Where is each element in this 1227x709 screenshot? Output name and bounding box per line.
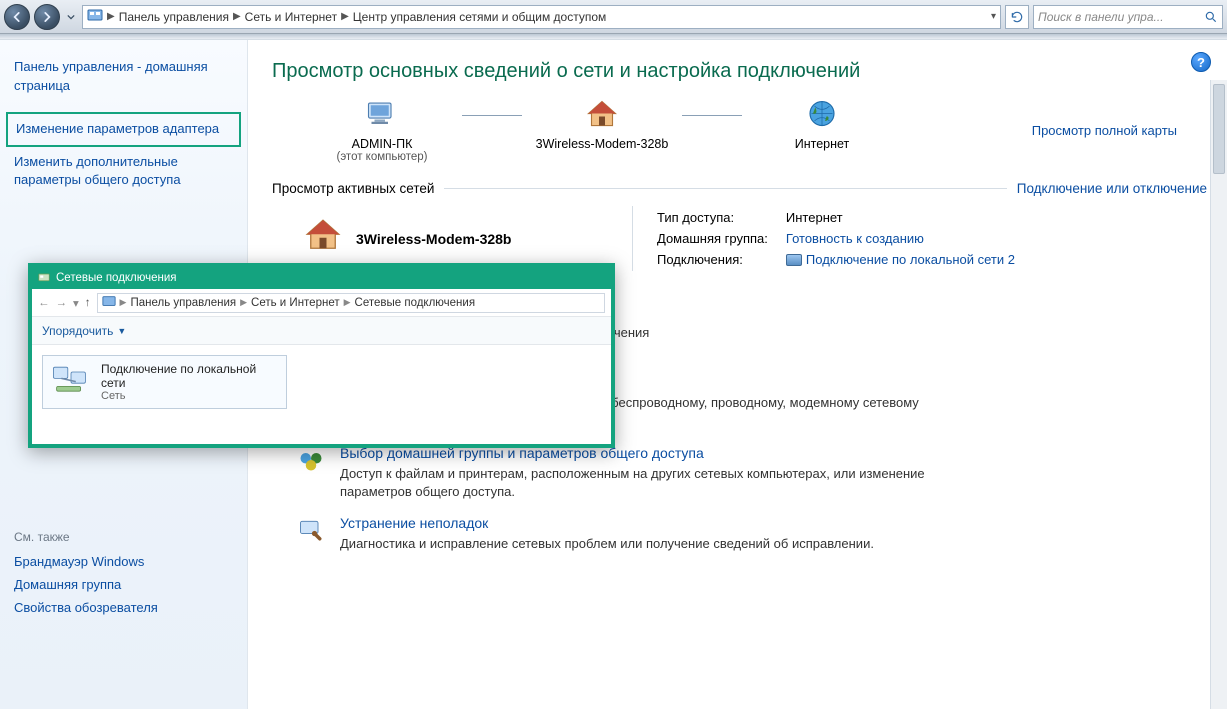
help-button[interactable]: ? bbox=[1191, 52, 1211, 72]
sidebar-advanced-sharing-link[interactable]: Изменить дополнительные параметры общего… bbox=[14, 153, 233, 191]
chevron-right-icon: ▶ bbox=[341, 11, 349, 22]
map-connector bbox=[682, 115, 742, 116]
map-node-router[interactable]: 3Wireless-Modem-328b bbox=[522, 97, 682, 163]
organize-menu-button[interactable]: Упорядочить ▼ bbox=[42, 324, 126, 338]
connection-item-sub: Сеть bbox=[101, 390, 278, 402]
popup-titlebar[interactable]: Сетевые подключения bbox=[32, 267, 611, 289]
task-homegroup-sharing-desc: Доступ к файлам и принтерам, расположенн… bbox=[340, 465, 980, 501]
sidebar-firewall-link[interactable]: Брандмауэр Windows bbox=[14, 554, 233, 569]
popup-breadcrumb[interactable]: ▶ Панель управления ▶ Сеть и Интернет ▶ … bbox=[97, 293, 605, 313]
map-node-router-label: 3Wireless-Modem-328b bbox=[536, 137, 669, 151]
access-type-label: Тип доступа: bbox=[657, 208, 784, 227]
control-panel-glyph-icon bbox=[87, 7, 103, 26]
sidebar-homegroup-link[interactable]: Домашняя группа bbox=[14, 577, 233, 592]
search-input[interactable]: Поиск в панели упра... bbox=[1033, 5, 1223, 29]
popup-title-text: Сетевые подключения bbox=[56, 272, 177, 284]
active-network-block: 3Wireless-Modem-328b Тип доступа: Интерн… bbox=[272, 206, 1207, 271]
sidebar-see-also-label: См. также bbox=[14, 530, 233, 544]
map-node-internet[interactable]: Интернет bbox=[742, 97, 902, 163]
active-networks-label: Просмотр активных сетей bbox=[272, 181, 434, 196]
house-icon bbox=[582, 97, 622, 133]
chevron-right-icon: ▶ bbox=[233, 11, 241, 22]
map-node-pc-sub: (этот компьютер) bbox=[336, 151, 427, 163]
task-troubleshoot-link[interactable]: Устранение неполадок bbox=[340, 515, 874, 531]
search-icon bbox=[1204, 10, 1218, 24]
network-connections-window: Сетевые подключения ← → ▾ ↑ ▶ Панель упр… bbox=[28, 263, 615, 448]
full-map-link[interactable]: Просмотр полной карты bbox=[1032, 123, 1177, 138]
popup-forward-button[interactable]: → bbox=[56, 297, 68, 309]
nav-back-button[interactable] bbox=[4, 4, 30, 30]
popup-up-button[interactable]: ↑ bbox=[85, 297, 91, 309]
nav-forward-button[interactable] bbox=[34, 4, 60, 30]
active-networks-header: Просмотр активных сетей Подключение или … bbox=[272, 181, 1207, 196]
vertical-scrollbar[interactable] bbox=[1210, 80, 1227, 709]
page-title: Просмотр основных сведений о сети и наст… bbox=[272, 60, 1207, 83]
popup-body: Подключение по локальной сети Сеть bbox=[32, 345, 611, 444]
map-node-pc-label: ADMIN-ПК bbox=[352, 137, 413, 151]
homegroup-link[interactable]: Готовность к созданию bbox=[786, 231, 924, 246]
breadcrumb-path[interactable]: ▶ Панель управления ▶ Сеть и Интернет ▶ … bbox=[82, 5, 1001, 29]
network-folder-icon bbox=[38, 271, 50, 286]
popup-toolbar: Упорядочить ▼ bbox=[32, 317, 611, 345]
sidebar-adapter-settings-link[interactable]: Изменение параметров адаптера bbox=[6, 112, 241, 147]
breadcrumb-network-center[interactable]: Центр управления сетями и общим доступом bbox=[353, 10, 607, 24]
address-bar: ▶ Панель управления ▶ Сеть и Интернет ▶ … bbox=[0, 0, 1227, 34]
popup-crumb-net[interactable]: Сеть и Интернет bbox=[251, 297, 340, 309]
task-troubleshoot-desc: Диагностика и исправление сетевых пробле… bbox=[340, 535, 874, 553]
troubleshoot-icon bbox=[296, 515, 326, 545]
network-name: 3Wireless-Modem-328b bbox=[356, 231, 511, 247]
connections-label: Подключения: bbox=[657, 250, 784, 269]
map-connector bbox=[462, 115, 522, 116]
map-node-internet-label: Интернет bbox=[795, 137, 850, 151]
nic-icon bbox=[786, 254, 802, 266]
popup-crumb-cp[interactable]: Панель управления bbox=[130, 297, 236, 309]
connection-item-lan[interactable]: Подключение по локальной сети Сеть bbox=[42, 355, 287, 409]
nav-history-dropdown[interactable] bbox=[64, 4, 78, 30]
sidebar-home-link[interactable]: Панель управления - домашняя страница bbox=[14, 58, 233, 96]
map-node-this-pc[interactable]: ADMIN-ПК (этот компьютер) bbox=[302, 97, 462, 163]
sidebar-browser-link[interactable]: Свойства обозревателя bbox=[14, 600, 233, 615]
house-icon bbox=[302, 215, 344, 262]
homegroup-label: Домашняя группа: bbox=[657, 229, 784, 248]
homegroup-icon bbox=[296, 445, 326, 475]
search-placeholder: Поиск в панели упра... bbox=[1038, 10, 1204, 24]
scrollbar-thumb[interactable] bbox=[1213, 84, 1225, 174]
popup-address-bar: ← → ▾ ↑ ▶ Панель управления ▶ Сеть и Инт… bbox=[32, 289, 611, 317]
control-panel-glyph-icon bbox=[102, 294, 116, 311]
chevron-down-icon: ▼ bbox=[117, 326, 126, 336]
task-homegroup-sharing: Выбор домашней группы и параметров общег… bbox=[296, 445, 1207, 501]
connection-link[interactable]: Подключение по локальной сети 2 bbox=[806, 252, 1015, 267]
connection-item-name: Подключение по локальной сети bbox=[101, 362, 278, 390]
breadcrumb-network-internet[interactable]: Сеть и Интернет bbox=[245, 10, 337, 24]
globe-icon bbox=[802, 97, 842, 133]
access-type-value: Интернет bbox=[786, 208, 1031, 227]
chevron-right-icon: ▶ bbox=[107, 11, 115, 22]
popup-back-button[interactable]: ← bbox=[38, 297, 50, 309]
task-troubleshoot: Устранение неполадок Диагностика и испра… bbox=[296, 515, 1207, 553]
nic-pair-icon bbox=[51, 364, 91, 401]
network-details: Тип доступа: Интернет Домашняя группа: Г… bbox=[632, 206, 1033, 271]
refresh-button[interactable] bbox=[1005, 5, 1029, 29]
connect-disconnect-link[interactable]: Подключение или отключение bbox=[1017, 181, 1207, 196]
popup-crumb-conn[interactable]: Сетевые подключения bbox=[355, 297, 476, 309]
network-map: ADMIN-ПК (этот компьютер) 3Wireless-Mode… bbox=[272, 97, 1207, 163]
breadcrumb-control-panel[interactable]: Панель управления bbox=[119, 10, 229, 24]
computer-icon bbox=[362, 97, 402, 133]
path-dropdown-icon[interactable]: ▾ bbox=[991, 11, 996, 22]
